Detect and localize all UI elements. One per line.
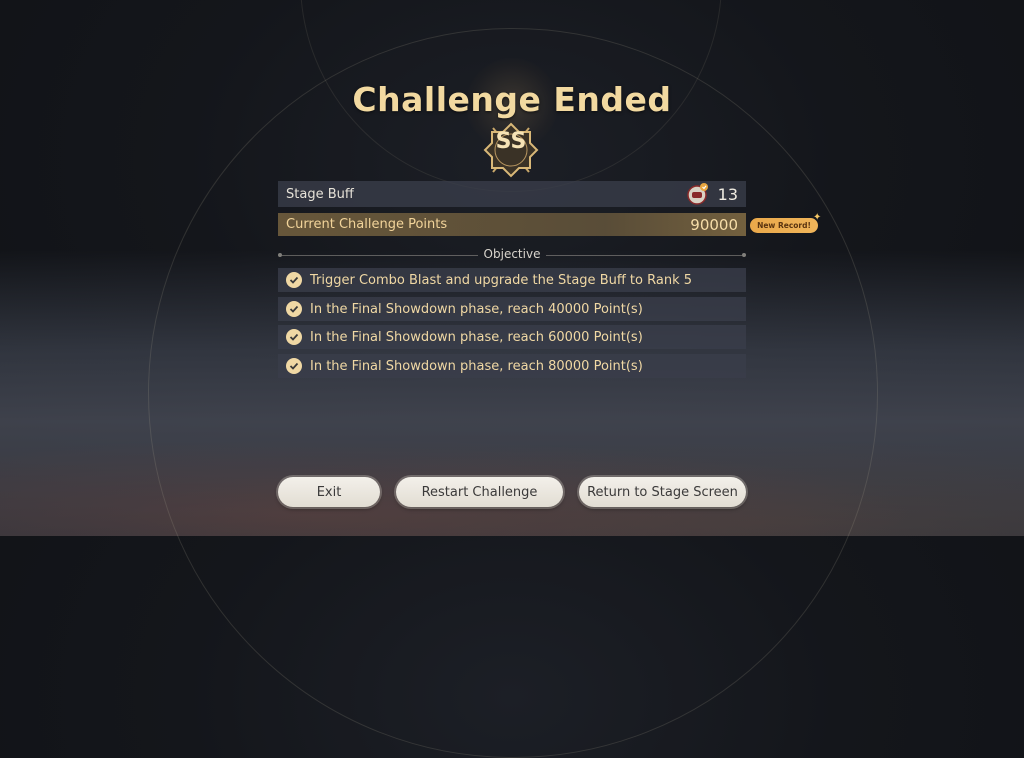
stage-buff-label: Stage Buff bbox=[286, 186, 354, 202]
objective-text: Trigger Combo Blast and upgrade the Stag… bbox=[310, 272, 693, 288]
divider-dot bbox=[742, 253, 746, 257]
objective-item: In the Final Showdown phase, reach 40000… bbox=[278, 297, 746, 321]
check-icon bbox=[286, 272, 302, 288]
challenge-points-value: 90000 bbox=[690, 215, 738, 234]
challenge-points-row: Current Challenge Points 90000 bbox=[278, 213, 746, 236]
restart-challenge-button[interactable]: Restart Challenge bbox=[396, 477, 563, 507]
new-record-badge: New Record! bbox=[750, 218, 818, 233]
objective-header: Objective bbox=[278, 247, 746, 263]
objective-title: Objective bbox=[483, 247, 541, 261]
return-to-stage-button[interactable]: Return to Stage Screen bbox=[579, 477, 746, 507]
stage-buff-value-group: 13 bbox=[686, 182, 738, 206]
rank-grade: SS bbox=[495, 129, 527, 154]
objective-item: Trigger Combo Blast and upgrade the Stag… bbox=[278, 268, 746, 292]
page-title: Challenge Ended bbox=[352, 80, 672, 119]
check-icon bbox=[286, 358, 302, 374]
exit-button[interactable]: Exit bbox=[278, 477, 380, 507]
stage-buff-icon bbox=[686, 183, 708, 205]
objective-item: In the Final Showdown phase, reach 80000… bbox=[278, 354, 746, 378]
divider-line bbox=[546, 255, 742, 256]
stage-buff-value: 13 bbox=[717, 184, 738, 204]
check-icon bbox=[286, 329, 302, 345]
objective-item: In the Final Showdown phase, reach 60000… bbox=[278, 325, 746, 349]
objective-text: In the Final Showdown phase, reach 40000… bbox=[310, 301, 643, 317]
check-icon bbox=[286, 301, 302, 317]
stage-buff-row: Stage Buff 13 bbox=[278, 181, 746, 207]
objective-text: In the Final Showdown phase, reach 60000… bbox=[310, 329, 643, 345]
objective-text: In the Final Showdown phase, reach 80000… bbox=[310, 358, 643, 374]
challenge-points-label: Current Challenge Points bbox=[286, 217, 448, 232]
sparkle-icon: ✦ bbox=[813, 212, 822, 223]
